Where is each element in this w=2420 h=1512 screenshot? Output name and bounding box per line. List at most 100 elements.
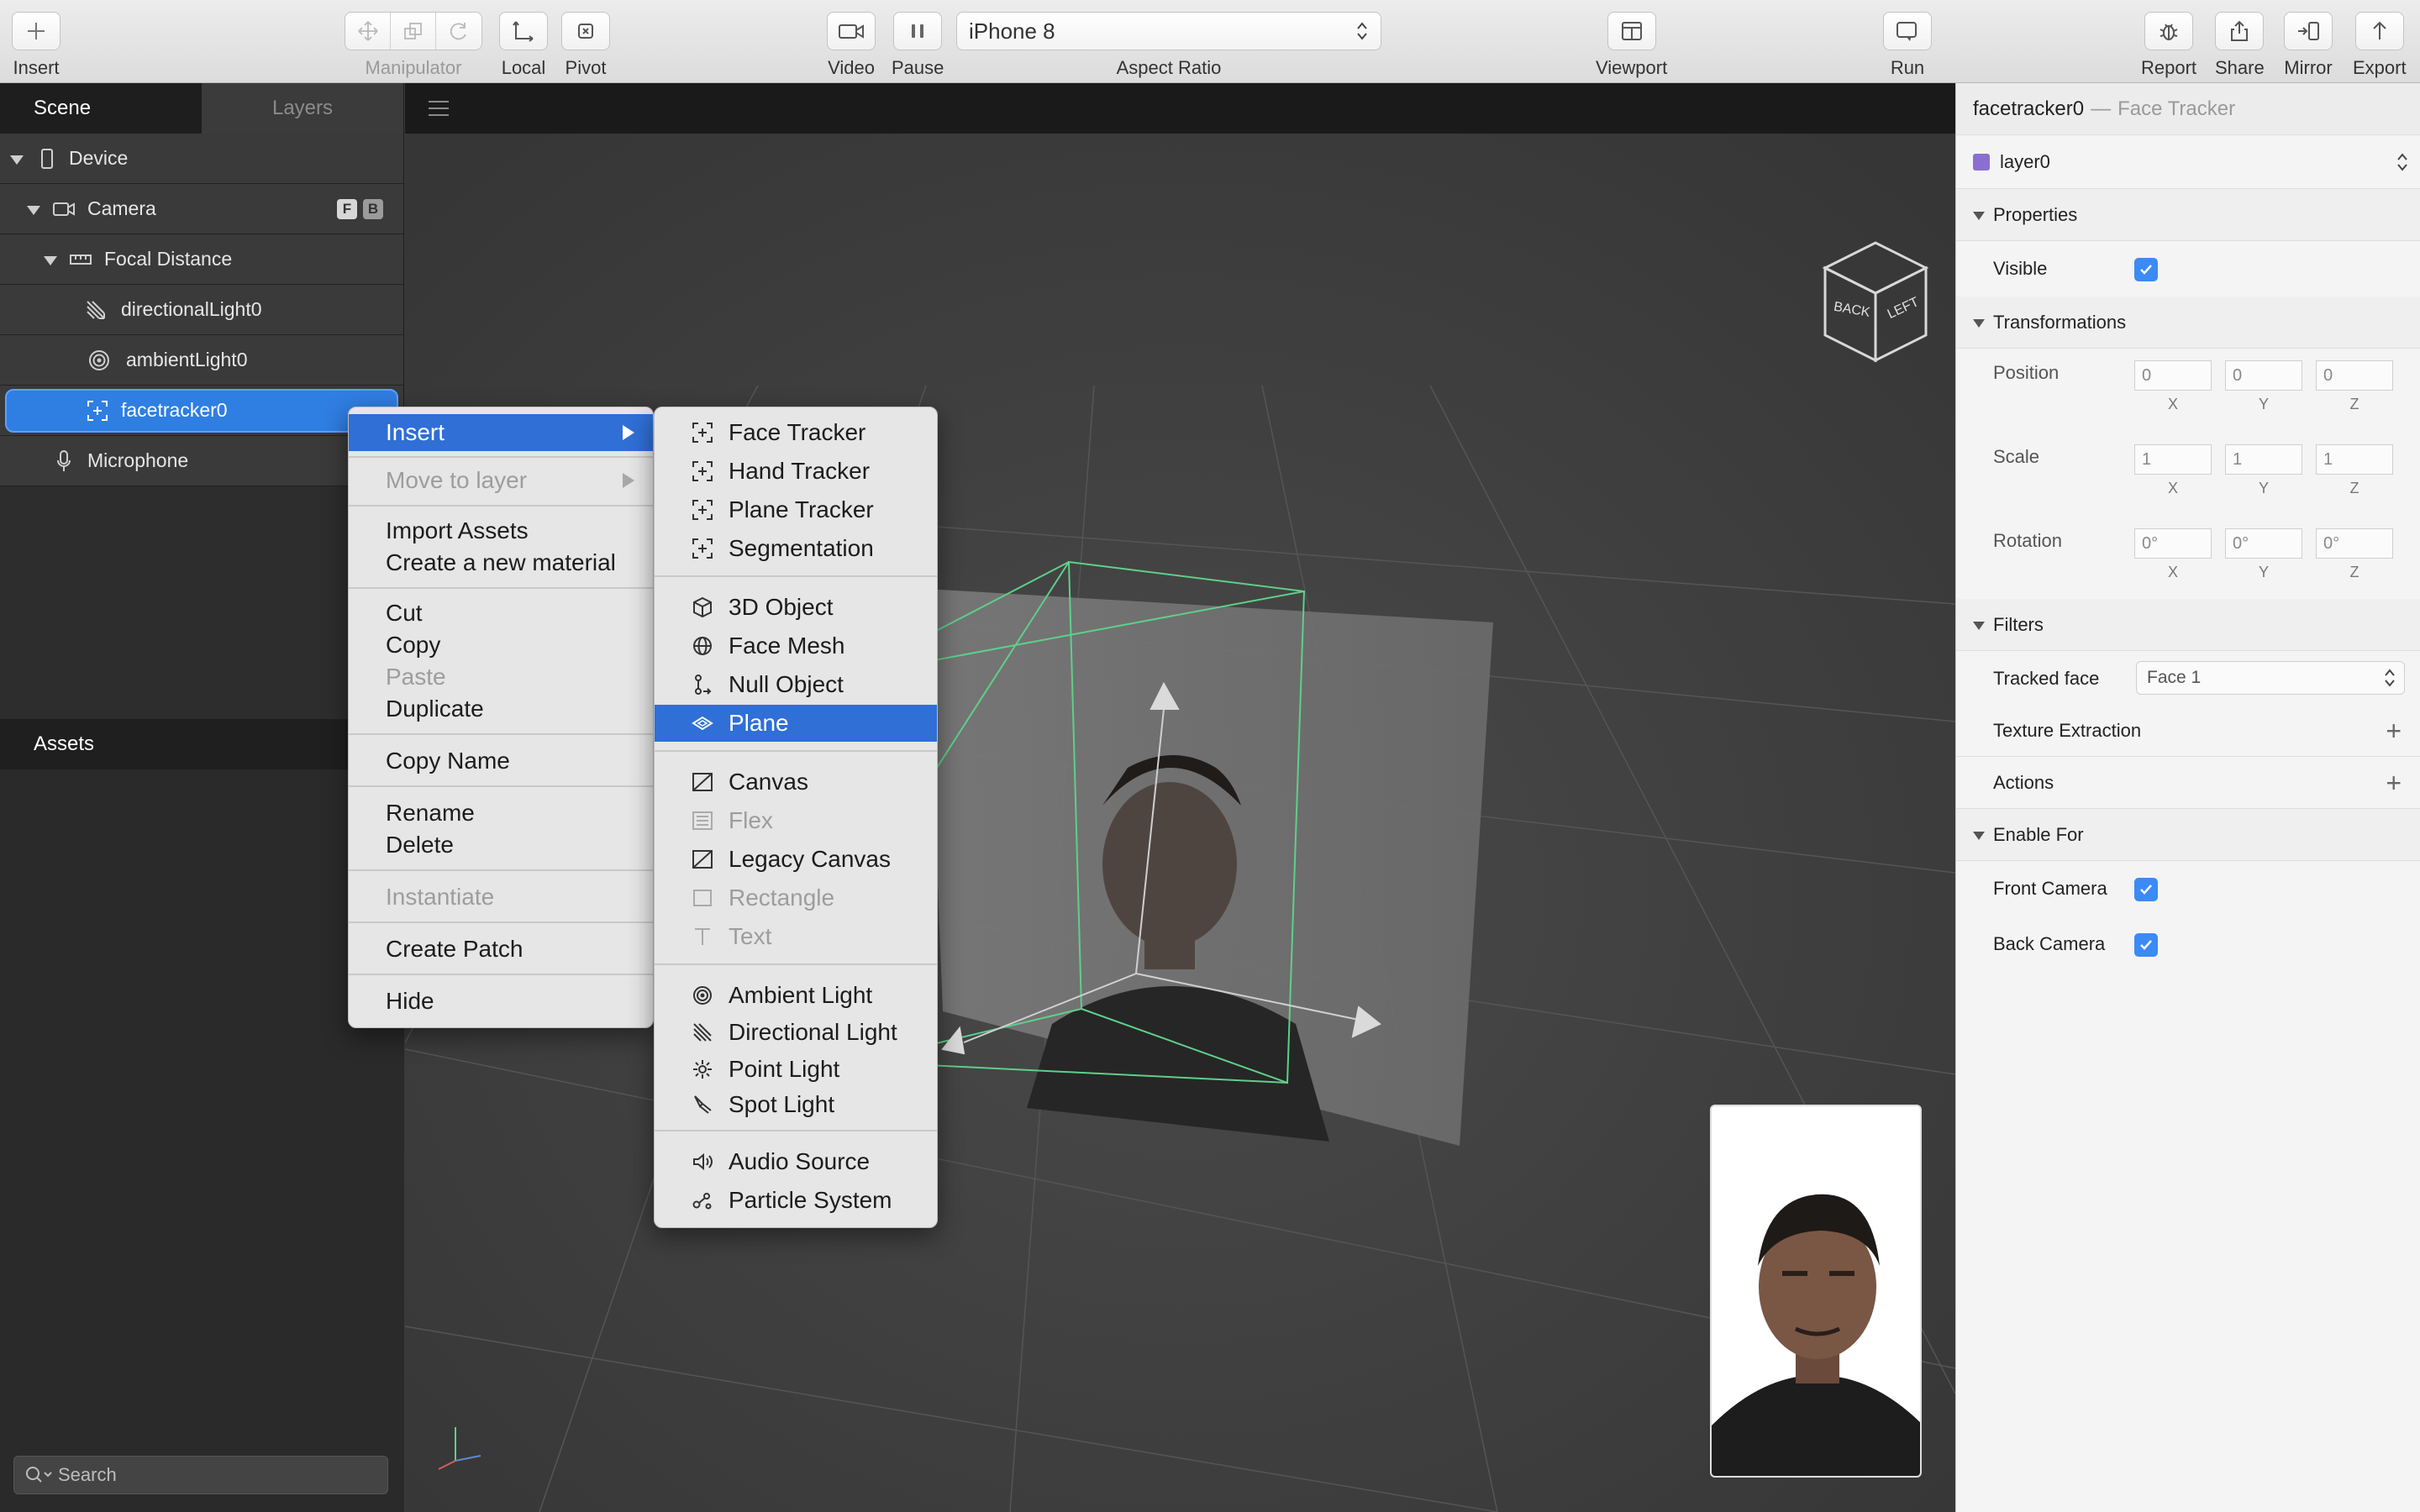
mirror-button[interactable] — [2284, 12, 2333, 50]
disclosure-triangle-icon[interactable] — [27, 206, 40, 215]
video-tool[interactable]: Video — [827, 12, 876, 79]
camera-preview[interactable] — [1710, 1105, 1922, 1478]
share-button[interactable] — [2215, 12, 2265, 50]
submenu-item-directional-light[interactable]: Directional Light — [655, 1014, 937, 1051]
move-icon[interactable] — [345, 13, 391, 50]
pause-button[interactable] — [893, 12, 943, 50]
submenu-item-segmentation[interactable]: Segmentation — [655, 530, 937, 567]
menu-item-copy[interactable]: Copy — [349, 629, 653, 661]
menu-item-create-material[interactable]: Create a new material — [349, 547, 653, 579]
export-tool[interactable]: Export — [2353, 12, 2407, 79]
menu-item-hide[interactable]: Hide — [349, 985, 653, 1017]
tree-item-microphone[interactable]: Microphone — [0, 436, 403, 486]
layer-select[interactable]: layer0 — [1956, 135, 2420, 189]
disclosure-triangle-icon[interactable] — [1973, 832, 1985, 840]
viewport-tool[interactable]: Viewport — [1596, 12, 1667, 79]
disclosure-triangle-icon[interactable] — [1973, 212, 1985, 220]
add-action-icon[interactable]: + — [2386, 769, 2402, 796]
menu-item-rename[interactable]: Rename — [349, 797, 653, 829]
position-x-field[interactable]: 0 — [2134, 360, 2212, 391]
rotation-y-field[interactable]: 0° — [2225, 528, 2302, 559]
pivot-button[interactable] — [561, 12, 610, 50]
section-texture-extraction[interactable]: Texture Extraction + — [1956, 705, 2420, 757]
front-camera-checkbox[interactable] — [2134, 878, 2158, 901]
section-filters[interactable]: Filters — [1956, 599, 2420, 651]
run-tool[interactable]: Run — [1883, 12, 1932, 79]
menu-item-delete[interactable]: Delete — [349, 829, 653, 861]
disclosure-triangle-icon[interactable] — [1973, 622, 1985, 630]
manipulator-group[interactable] — [345, 12, 482, 50]
menu-item-cut[interactable]: Cut — [349, 597, 653, 629]
hamburger-menu-icon[interactable] — [427, 98, 450, 118]
menu-item-create-patch[interactable]: Create Patch — [349, 933, 653, 965]
submenu-item-canvas[interactable]: Canvas — [655, 764, 937, 801]
rotation-x-field[interactable]: 0° — [2134, 528, 2212, 559]
disclosure-triangle-icon[interactable] — [44, 256, 57, 265]
submenu-item-face-tracker[interactable]: Face Tracker — [655, 414, 937, 451]
disclosure-triangle-icon[interactable] — [1973, 319, 1985, 328]
menu-item-insert[interactable]: Insert — [349, 414, 653, 451]
rotate-icon[interactable] — [436, 13, 481, 50]
run-button[interactable] — [1883, 12, 1932, 50]
tree-item-ambient-light[interactable]: ambientLight0 — [0, 335, 403, 386]
tab-scene[interactable]: Scene — [0, 83, 202, 134]
position-y-field[interactable]: 0 — [2225, 360, 2302, 391]
pause-tool[interactable]: Pause — [892, 12, 944, 79]
viewport-button[interactable] — [1607, 12, 1656, 50]
submenu-item-3d-object[interactable]: 3D Object — [655, 589, 937, 626]
section-actions[interactable]: Actions + — [1956, 757, 2420, 809]
insert-tool[interactable]: Insert — [12, 12, 60, 79]
menu-item-copy-name[interactable]: Copy Name — [349, 745, 653, 777]
back-camera-checkbox[interactable] — [2134, 933, 2158, 957]
mirror-tool[interactable]: Mirror — [2284, 12, 2333, 79]
menu-item-import-assets[interactable]: Import Assets — [349, 515, 653, 547]
insert-button[interactable] — [12, 12, 60, 50]
share-tool[interactable]: Share — [2215, 12, 2265, 79]
disclosure-triangle-icon[interactable] — [10, 155, 24, 165]
back-camera-badge[interactable]: B — [363, 199, 383, 219]
add-texture-extraction-icon[interactable]: + — [2386, 717, 2402, 744]
tracked-face-select[interactable]: Face 1 — [2136, 661, 2405, 695]
pivot-tool[interactable]: Pivot — [561, 12, 610, 79]
visible-checkbox[interactable] — [2134, 258, 2158, 281]
submenu-item-null-object[interactable]: Null Object — [655, 666, 937, 703]
scale-y-field[interactable]: 1 — [2225, 444, 2302, 475]
search-field[interactable]: Search — [13, 1456, 388, 1494]
submenu-item-legacy-canvas[interactable]: Legacy Canvas — [655, 841, 937, 878]
section-transformations[interactable]: Transformations — [1956, 297, 2420, 349]
tree-item-facetracker[interactable]: facetracker0 — [0, 386, 403, 436]
submenu-item-spot-light[interactable]: Spot Light — [655, 1086, 937, 1123]
submenu-item-plane-tracker[interactable]: Plane Tracker — [655, 491, 937, 528]
submenu-item-plane[interactable]: Plane — [655, 705, 937, 742]
submenu-item-audio-source[interactable]: Audio Source — [655, 1143, 937, 1180]
object-name[interactable]: facetracker0 — [1973, 97, 2084, 121]
tab-layers[interactable]: Layers — [202, 83, 403, 134]
local-button[interactable] — [499, 12, 548, 50]
menu-item-duplicate[interactable]: Duplicate — [349, 693, 653, 725]
tree-item-device[interactable]: Device — [0, 134, 403, 184]
share-icon — [2231, 20, 2249, 41]
tree-item-directional-light[interactable]: directionalLight0 — [0, 285, 403, 335]
section-enable-for[interactable]: Enable For — [1956, 809, 2420, 861]
local-tool[interactable]: Local — [499, 12, 548, 79]
submenu-item-ambient-light[interactable]: Ambient Light — [655, 977, 937, 1014]
video-button[interactable] — [827, 12, 876, 50]
submenu-item-hand-tracker[interactable]: Hand Tracker — [655, 453, 937, 490]
tree-item-camera[interactable]: Camera F B — [0, 184, 403, 234]
submenu-item-point-light[interactable]: Point Light — [655, 1051, 937, 1088]
device-select[interactable]: iPhone 8 — [956, 12, 1381, 50]
submenu-item-face-mesh[interactable]: Face Mesh — [655, 627, 937, 664]
report-tool[interactable]: Report — [2141, 12, 2196, 79]
scale-x-field[interactable]: 1 — [2134, 444, 2212, 475]
scale-icon[interactable] — [391, 13, 436, 50]
tree-item-focal-distance[interactable]: Focal Distance — [0, 234, 403, 285]
submenu-item-particle-system[interactable]: Particle System — [655, 1182, 937, 1219]
front-camera-badge[interactable]: F — [337, 199, 357, 219]
search-input[interactable]: Search — [58, 1464, 117, 1486]
scale-z-field[interactable]: 1 — [2316, 444, 2393, 475]
report-button[interactable] — [2144, 12, 2194, 50]
rotation-z-field[interactable]: 0° — [2316, 528, 2393, 559]
export-button[interactable] — [2354, 12, 2404, 50]
position-z-field[interactable]: 0 — [2316, 360, 2393, 391]
section-properties[interactable]: Properties — [1956, 189, 2420, 241]
